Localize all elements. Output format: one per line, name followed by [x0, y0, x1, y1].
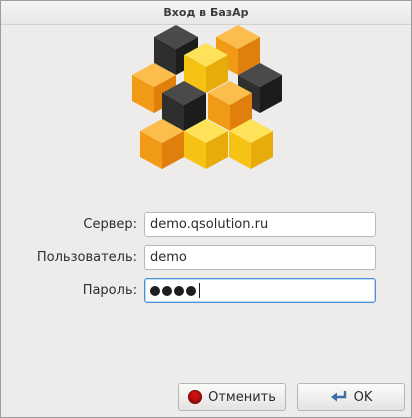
ok-button[interactable]: OK [297, 383, 405, 411]
user-input[interactable]: demo [144, 245, 376, 270]
stop-icon [188, 390, 203, 404]
text-caret [199, 283, 200, 298]
server-input[interactable]: demo.qsolution.ru [144, 212, 376, 237]
password-dot [162, 285, 172, 296]
password-dot [186, 285, 196, 296]
bazar-logo-icon [132, 25, 282, 169]
cancel-button-label: Отменить [208, 389, 276, 405]
enter-arrow-icon [330, 391, 346, 402]
password-dot [174, 285, 184, 296]
password-dot [150, 285, 160, 296]
server-row: Сервер: demo.qsolution.ru [1, 212, 411, 238]
cancel-button[interactable]: Отменить [178, 383, 286, 411]
ok-button-label: OK [353, 389, 373, 405]
password-mask [150, 279, 370, 302]
user-label: Пользователь: [36, 250, 137, 265]
password-input[interactable] [144, 278, 376, 303]
password-row: Пароль: [1, 278, 411, 304]
user-row: Пользователь: demo [1, 245, 411, 271]
server-label: Сервер: [83, 217, 137, 232]
password-label: Пароль: [82, 283, 137, 298]
dialog-title: Вход в БазАр [1, 1, 411, 25]
login-dialog: Вход в БазАр Сервер: demo.qsolution.ru П… [0, 0, 412, 418]
